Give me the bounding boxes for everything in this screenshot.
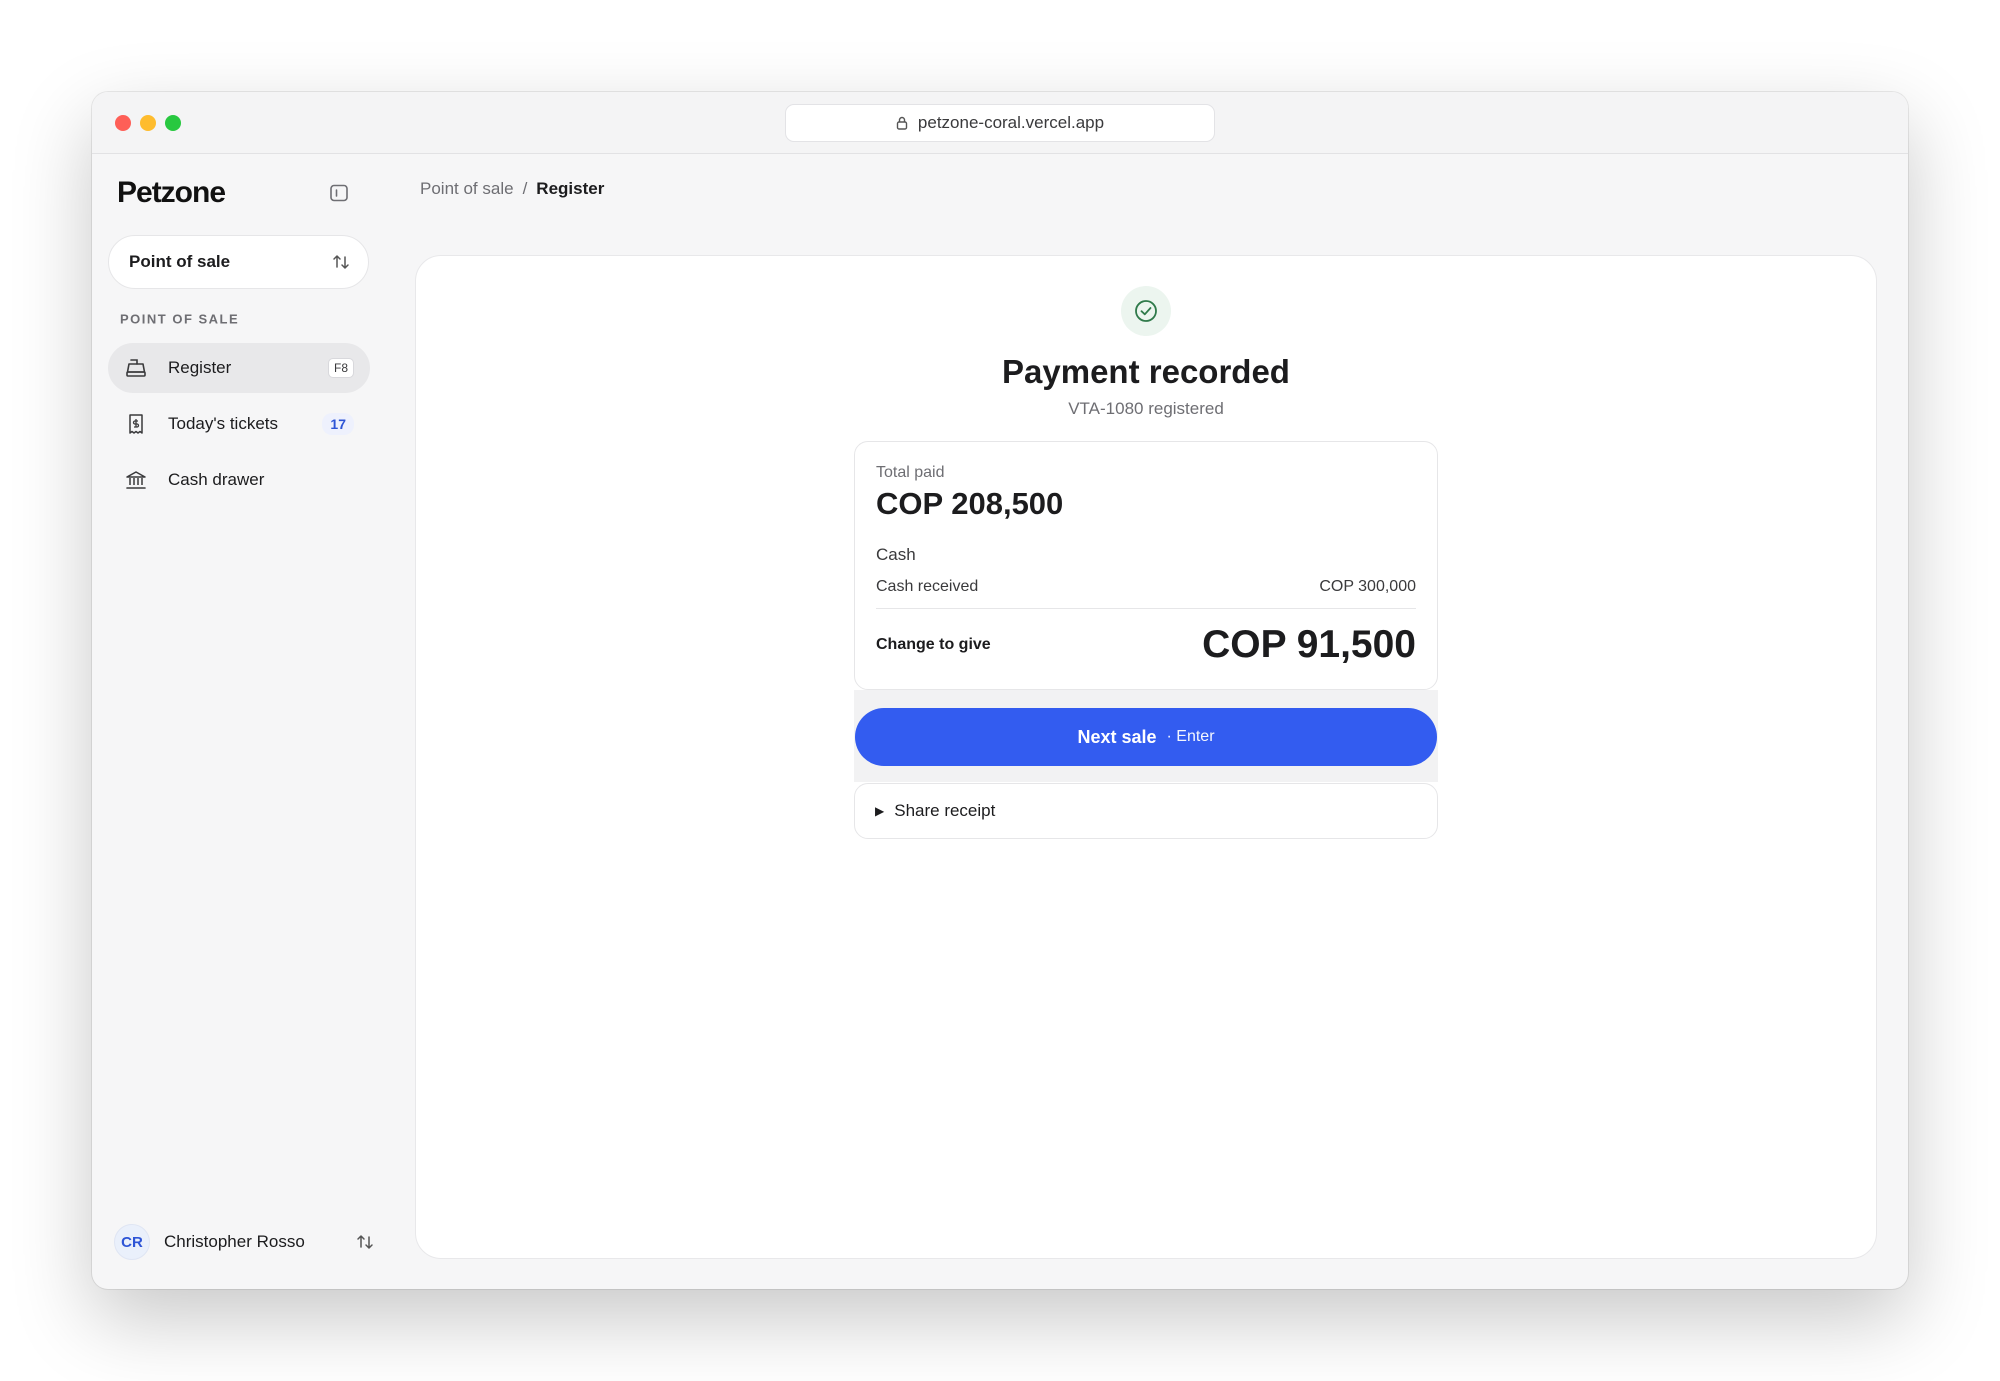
sale-reference: VTA-1080 registered bbox=[1068, 399, 1224, 418]
maximize-window-button[interactable] bbox=[165, 115, 181, 131]
payment-summary-card: Total paid COP 208,500 Cash Cash receive… bbox=[854, 441, 1438, 690]
sort-arrows-icon bbox=[357, 1235, 373, 1249]
next-sale-label: Next sale bbox=[1077, 726, 1157, 747]
next-sale-button[interactable]: Next sale · Enter bbox=[855, 708, 1437, 766]
success-check-icon bbox=[1121, 286, 1171, 336]
change-row: Change to give COP 91,500 bbox=[876, 622, 1416, 668]
share-receipt-toggle[interactable]: ▶ Share receipt bbox=[854, 783, 1438, 839]
sort-arrows-icon bbox=[333, 255, 349, 269]
sidebar-item-todays-tickets[interactable]: Today's tickets 17 bbox=[108, 399, 370, 449]
change-value: COP 91,500 bbox=[1202, 623, 1416, 666]
shortcut-badge: F8 bbox=[327, 358, 354, 378]
url-text: petzone-coral.vercel.app bbox=[917, 113, 1105, 132]
receipt-icon bbox=[124, 412, 148, 436]
disclosure-triangle-icon: ▶ bbox=[875, 804, 885, 818]
user-name: Christopher Rosso bbox=[164, 1232, 305, 1251]
address-bar[interactable]: petzone-coral.vercel.app bbox=[785, 104, 1215, 142]
app-logo[interactable]: Petzone bbox=[117, 176, 226, 210]
nav-section-label: POINT OF SALE bbox=[120, 311, 240, 327]
minimize-window-button[interactable] bbox=[140, 115, 156, 131]
sidebar-item-label: Cash drawer bbox=[168, 470, 265, 489]
breadcrumb-current: Register bbox=[536, 179, 605, 198]
breadcrumb-parent[interactable]: Point of sale bbox=[420, 179, 514, 199]
avatar: CR bbox=[114, 1224, 150, 1260]
sidebar-item-register[interactable]: Register F8 bbox=[108, 343, 370, 393]
sidebar-item-label: Today's tickets bbox=[168, 414, 279, 433]
title-bar: petzone-coral.vercel.app bbox=[92, 92, 1908, 154]
close-window-button[interactable] bbox=[115, 115, 131, 131]
sidebar-item-label: Register bbox=[168, 358, 232, 377]
divider bbox=[876, 608, 1416, 609]
module-switcher-label: Point of sale bbox=[129, 252, 231, 271]
count-badge: 17 bbox=[322, 413, 354, 435]
module-switcher[interactable]: Point of sale bbox=[108, 235, 369, 289]
cash-received-row: Cash received COP 300,000 bbox=[876, 578, 1416, 596]
change-label: Change to give bbox=[876, 636, 991, 653]
breadcrumb: Point of sale / Register bbox=[420, 179, 604, 199]
sidebar-item-cash-drawer[interactable]: Cash drawer bbox=[108, 455, 370, 505]
cash-received-label: Cash received bbox=[876, 578, 979, 595]
lock-icon bbox=[896, 116, 908, 130]
sidebar-toggle-icon bbox=[330, 184, 348, 202]
next-sale-shortcut: · Enter bbox=[1166, 728, 1215, 745]
user-menu[interactable]: CR Christopher Rosso bbox=[114, 1222, 374, 1262]
total-paid-value: COP 208,500 bbox=[876, 486, 1064, 521]
breadcrumb-separator: / bbox=[522, 179, 528, 198]
total-paid-label: Total paid bbox=[876, 464, 945, 481]
share-receipt-label: Share receipt bbox=[894, 801, 996, 820]
page-title: Payment recorded bbox=[1002, 353, 1290, 390]
bank-icon bbox=[124, 468, 148, 492]
cash-register-icon bbox=[124, 356, 148, 380]
payment-method: Cash bbox=[876, 545, 916, 564]
cash-received-value: COP 300,000 bbox=[1319, 578, 1416, 595]
collapse-sidebar-button[interactable] bbox=[324, 178, 354, 208]
